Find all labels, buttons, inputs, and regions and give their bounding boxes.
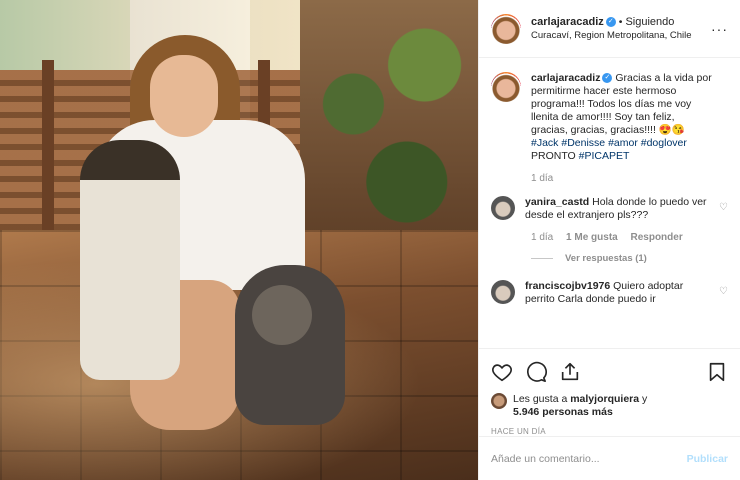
comment-row: franciscojbv1976 Quiero adoptar perrito … xyxy=(491,280,728,306)
add-comment-bar: Publicar xyxy=(479,436,740,480)
more-options-icon[interactable]: ··· xyxy=(711,21,728,37)
verified-icon: ✓ xyxy=(602,73,613,84)
comment-username[interactable]: franciscojbv1976 xyxy=(525,280,610,292)
likes-conj: y xyxy=(642,393,648,405)
comment-avatar[interactable] xyxy=(491,280,515,304)
liker-username[interactable]: malyjorquiera xyxy=(570,393,639,405)
caption-time[interactable]: 1 día xyxy=(531,173,553,184)
likes-text: Les gusta a malyjorquiera y 5.946 person… xyxy=(513,393,647,419)
comment-avatar[interactable] xyxy=(491,196,515,220)
comment-icon[interactable] xyxy=(525,361,547,383)
hashtag[interactable]: #amor xyxy=(608,137,638,149)
comment-input[interactable] xyxy=(491,452,687,465)
action-icons xyxy=(491,359,728,385)
view-replies-label: Ver respuestas (1) xyxy=(565,253,647,264)
view-replies-button[interactable]: Ver respuestas (1) xyxy=(531,253,728,264)
comment-likes[interactable]: 1 Me gusta xyxy=(566,232,618,243)
likes-count[interactable]: 5.946 personas más xyxy=(513,406,613,418)
comment-time[interactable]: 1 día xyxy=(531,232,553,243)
comment-body: yanira_castd Hola donde lo puedo ver des… xyxy=(525,196,728,222)
photo-plants xyxy=(300,0,478,260)
hashtag[interactable]: #doglover xyxy=(641,137,687,149)
liker-avatar[interactable] xyxy=(491,393,507,409)
comment-meta: 1 día 1 Me gusta Responder xyxy=(531,232,728,243)
comment-row: yanira_castd Hola donde lo puedo ver des… xyxy=(491,196,728,222)
heart-icon[interactable] xyxy=(491,361,513,383)
caption: carlajaracadiz ✓ Gracias a la vida por pe… xyxy=(491,72,728,163)
comment-like-icon[interactable]: ♡ xyxy=(719,286,728,297)
comment-username[interactable]: yanira_castd xyxy=(525,196,589,208)
hashtag[interactable]: #Jack xyxy=(531,137,558,149)
post-date[interactable]: HACE UN DÍA xyxy=(491,427,728,436)
photo-dog-white xyxy=(80,140,180,380)
caption-meta: 1 día xyxy=(531,173,728,184)
post-side-panel: carlajaracadiz ✓ • Siguiendo Curacaví, Regi… xyxy=(478,0,740,480)
comment-body: franciscojbv1976 Quiero adoptar perrito … xyxy=(525,280,728,306)
likes-summary: Les gusta a malyjorquiera y 5.946 person… xyxy=(491,393,728,419)
photo-dog-dark-face xyxy=(252,285,312,345)
post-header: carlajaracadiz ✓ • Siguiendo Curacaví, Regi… xyxy=(479,0,740,58)
caption-body: carlajaracadiz ✓ Gracias a la vida por pe… xyxy=(531,72,728,163)
reply-button[interactable]: Responder xyxy=(631,232,683,243)
post-photo[interactable] xyxy=(0,0,478,480)
caption-avatar[interactable] xyxy=(491,72,521,102)
author-username[interactable]: carlajaracadiz xyxy=(531,16,604,28)
replies-line xyxy=(531,257,553,259)
caption-username[interactable]: carlajaracadiz xyxy=(531,72,600,84)
separator-dot: • xyxy=(618,15,623,28)
bookmark-icon[interactable] xyxy=(706,361,728,383)
caption-suffix: PRONTO xyxy=(531,150,576,162)
follow-button[interactable]: Siguiendo xyxy=(625,16,674,28)
author-info: carlajaracadiz ✓ • Siguiendo Curacaví, Regi… xyxy=(531,15,692,43)
verified-icon: ✓ xyxy=(605,16,616,27)
hashtag[interactable]: #PICAPET xyxy=(579,150,630,162)
comment-like-icon[interactable]: ♡ xyxy=(719,202,728,213)
hashtag[interactable]: #Denisse xyxy=(561,137,605,149)
post-actions: Les gusta a malyjorquiera y 5.946 person… xyxy=(479,348,740,436)
photo-fence-post xyxy=(42,60,54,240)
author-avatar[interactable] xyxy=(491,13,521,44)
share-icon[interactable] xyxy=(559,361,581,383)
post-location[interactable]: Curacaví, Region Metropolitana, Chile xyxy=(531,29,692,43)
comments-section: carlajaracadiz ✓ Gracias a la vida por pe… xyxy=(479,58,740,348)
publish-button[interactable]: Publicar xyxy=(687,453,728,465)
likes-prefix: Les gusta a xyxy=(513,393,568,405)
photo-person-face xyxy=(150,55,218,137)
